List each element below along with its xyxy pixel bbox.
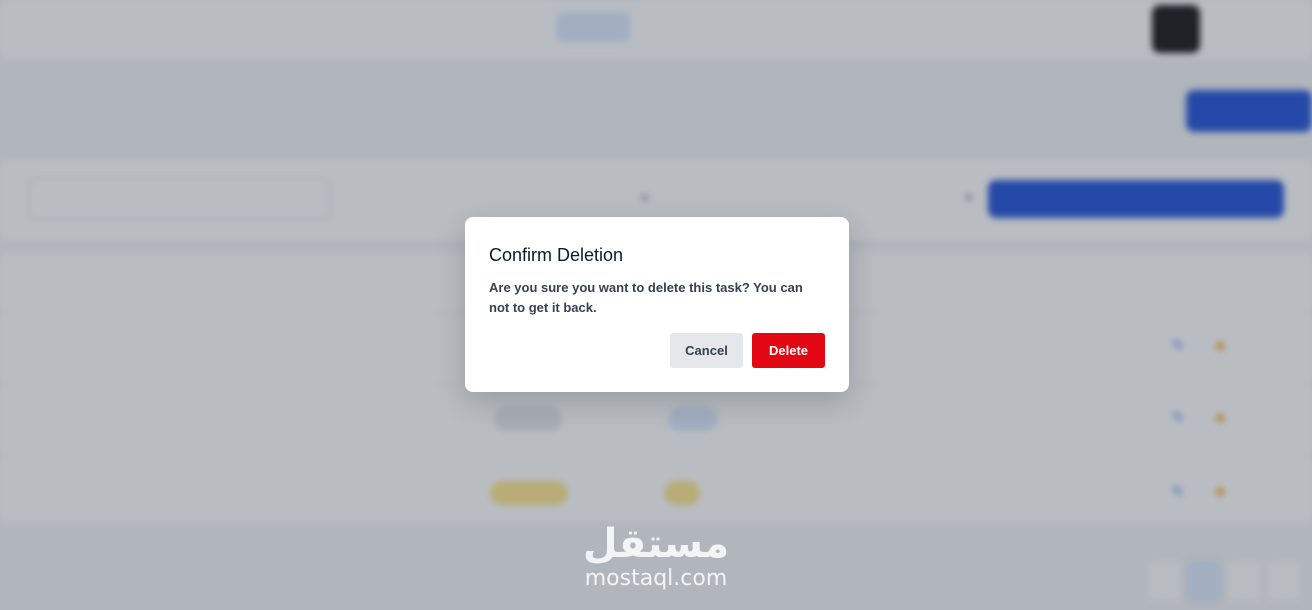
dialog-title: Confirm Deletion (489, 245, 624, 265)
mostaql-watermark: مستقل mostaql.com (576, 522, 736, 602)
delete-button[interactable]: Delete (752, 333, 825, 368)
cancel-button[interactable]: Cancel (670, 333, 743, 368)
watermark-latin-text: mostaql.com (584, 566, 728, 591)
dialog-message: Are you sure you want to delete this tas… (489, 280, 803, 315)
watermark-arabic-text: مستقل (582, 521, 730, 567)
confirm-deletion-dialog: Confirm Deletion Are you sure you want t… (465, 217, 849, 392)
